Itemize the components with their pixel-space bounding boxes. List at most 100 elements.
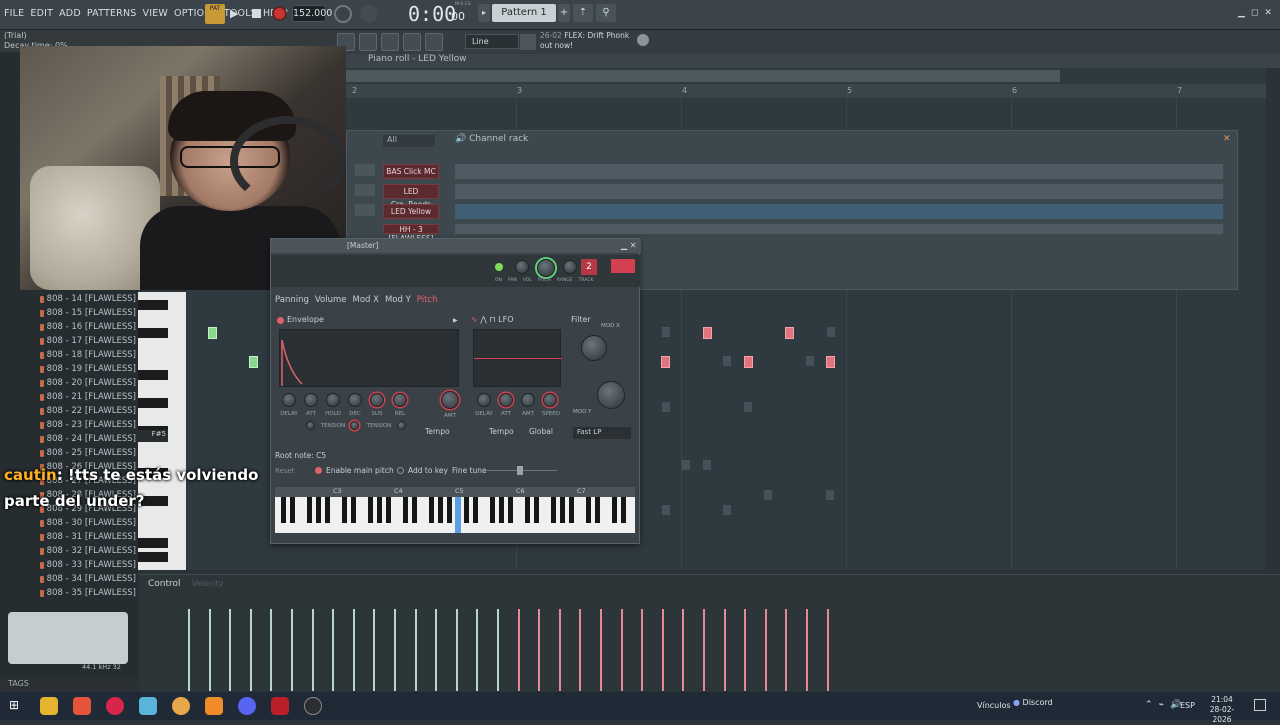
voicemeeter-icon[interactable] — [271, 697, 289, 715]
fine-tune-handle[interactable] — [517, 466, 523, 475]
black-key[interactable] — [138, 538, 168, 548]
notification-icon[interactable] — [1254, 699, 1266, 711]
lfo-global-label[interactable]: Global — [529, 427, 553, 436]
mod-x-knob[interactable] — [581, 335, 607, 361]
black-key[interactable] — [138, 552, 168, 562]
velocity-bar[interactable] — [806, 609, 808, 691]
keyboard-black-key[interactable] — [307, 497, 313, 523]
velocity-bar[interactable] — [517, 609, 520, 691]
pattern-selector[interactable]: Pattern 1 — [492, 4, 556, 22]
notepad-icon[interactable] — [139, 697, 157, 715]
keyboard-black-key[interactable] — [533, 497, 539, 523]
track-button[interactable] — [611, 259, 635, 273]
velocity-bar[interactable] — [373, 609, 376, 691]
add-to-key-checkbox[interactable] — [397, 467, 404, 474]
filter-type-select[interactable]: Fast LP — [573, 427, 631, 439]
keyboard-black-key[interactable] — [376, 497, 382, 523]
channel-button[interactable]: LED Cro..Reeds — [383, 184, 439, 209]
master-volume-knob[interactable] — [360, 5, 378, 23]
step-row[interactable] — [455, 184, 1223, 199]
lfo-tempo-label[interactable]: Tempo — [489, 427, 514, 436]
metronome-icon[interactable] — [334, 5, 352, 23]
note[interactable] — [826, 356, 835, 368]
velocity-bar[interactable] — [661, 609, 664, 691]
lfo-delay-knob[interactable] — [477, 393, 491, 407]
sample-list-item[interactable]: 808 - 18 [FLAWLESS] — [40, 348, 136, 362]
tab-pitch[interactable]: Pitch — [417, 295, 438, 305]
sample-list-item[interactable]: 808 - 14 [FLAWLESS] — [40, 292, 136, 306]
velocity-bar[interactable] — [558, 609, 561, 691]
velocity-bar[interactable] — [188, 609, 190, 691]
keyboard-black-key[interactable] — [594, 497, 600, 523]
keyboard-black-key[interactable] — [507, 497, 513, 523]
keyboard-black-key[interactable] — [324, 497, 330, 523]
black-key[interactable] — [138, 328, 168, 338]
black-key[interactable] — [138, 370, 168, 380]
lfo-att-knob[interactable] — [499, 393, 513, 407]
lfo-display[interactable] — [473, 329, 562, 387]
sample-list-item[interactable]: 808 - 21 [FLAWLESS] — [40, 390, 136, 404]
note[interactable] — [703, 327, 712, 339]
flstudio-icon[interactable] — [205, 697, 223, 715]
plugin-close-icon[interactable]: ▁ ✕ — [621, 241, 636, 250]
note[interactable] — [661, 356, 670, 368]
discord-app-icon[interactable] — [238, 697, 256, 715]
mute-button[interactable] — [355, 184, 375, 196]
env-amt-knob[interactable] — [441, 391, 459, 409]
mixer-icon[interactable] — [403, 33, 421, 51]
envelope-toggle[interactable] — [277, 317, 284, 324]
note[interactable] — [208, 327, 217, 339]
menu-view[interactable]: VIEW — [143, 8, 169, 19]
tempo-display[interactable]: 152.000 — [292, 5, 332, 22]
window-controls[interactable]: ▁◻✕ — [1238, 8, 1278, 18]
channelrack-icon[interactable] — [381, 33, 399, 51]
lfo-amt-knob[interactable] — [521, 393, 535, 407]
velocity-bar[interactable] — [311, 609, 314, 691]
velocity-bar[interactable] — [332, 609, 335, 691]
keyboard-black-key[interactable] — [315, 497, 321, 523]
stop-icon[interactable] — [252, 9, 261, 18]
brave-icon[interactable] — [73, 697, 91, 715]
velocity-bar[interactable] — [600, 609, 602, 691]
browser-icon[interactable] — [425, 33, 443, 51]
keyboard-black-key[interactable] — [385, 497, 391, 523]
snap-icon[interactable]: ⇡ — [573, 4, 593, 22]
sample-list-item[interactable]: 808 - 23 [FLAWLESS] — [40, 418, 136, 432]
keyboard-black-key[interactable] — [403, 497, 408, 523]
links-label[interactable]: Vínculos — [977, 701, 1011, 710]
mute-button[interactable] — [355, 204, 375, 216]
clock[interactable]: 21:04 28-02-2026 — [1202, 695, 1242, 725]
keyboard-black-key[interactable] — [498, 497, 504, 523]
pianoroll-icon[interactable] — [359, 33, 377, 51]
keyboard-black-key[interactable] — [472, 497, 478, 523]
env-dec-knob[interactable] — [348, 393, 362, 407]
tension-knob-1[interactable] — [306, 421, 315, 430]
sample-list-item[interactable]: 808 - 24 [FLAWLESS] — [40, 432, 136, 446]
keyboard-black-key[interactable] — [568, 497, 574, 523]
sample-list-item[interactable]: 808 - 20 [FLAWLESS] — [40, 376, 136, 390]
channel-filter[interactable]: All — [383, 135, 435, 147]
keyboard-black-key[interactable] — [464, 497, 469, 523]
online-icon[interactable] — [637, 34, 649, 46]
chrome-icon[interactable] — [172, 697, 190, 715]
pattern-add-icon[interactable]: + — [558, 4, 570, 22]
tab-mod-y[interactable]: Mod Y — [385, 295, 411, 305]
keyboard-black-key[interactable] — [350, 497, 356, 523]
envelope-display[interactable] — [279, 329, 459, 387]
discord-tray[interactable]: ● Discord — [1013, 698, 1053, 707]
channel-button[interactable]: HH - 3 [FLAWLESS] — [383, 224, 439, 243]
velocity-bar[interactable] — [291, 609, 293, 691]
velocity-bar[interactable] — [682, 609, 685, 691]
velocity-bar[interactable] — [270, 609, 273, 691]
sample-list-item[interactable]: 808 - 30 [FLAWLESS] — [40, 516, 136, 530]
velocity-bar[interactable] — [744, 609, 747, 691]
note[interactable] — [249, 356, 258, 368]
note[interactable] — [785, 327, 794, 339]
env-att-knob[interactable] — [304, 393, 318, 407]
pat-song-toggle[interactable]: PAT — [205, 4, 225, 24]
velocity-bar[interactable] — [538, 609, 541, 691]
keyboard-black-key[interactable] — [559, 497, 565, 523]
velocity-bar[interactable] — [641, 609, 644, 691]
main-pitch-checkbox[interactable] — [315, 467, 322, 474]
channel-button[interactable]: BAS Click MC — [383, 164, 439, 179]
